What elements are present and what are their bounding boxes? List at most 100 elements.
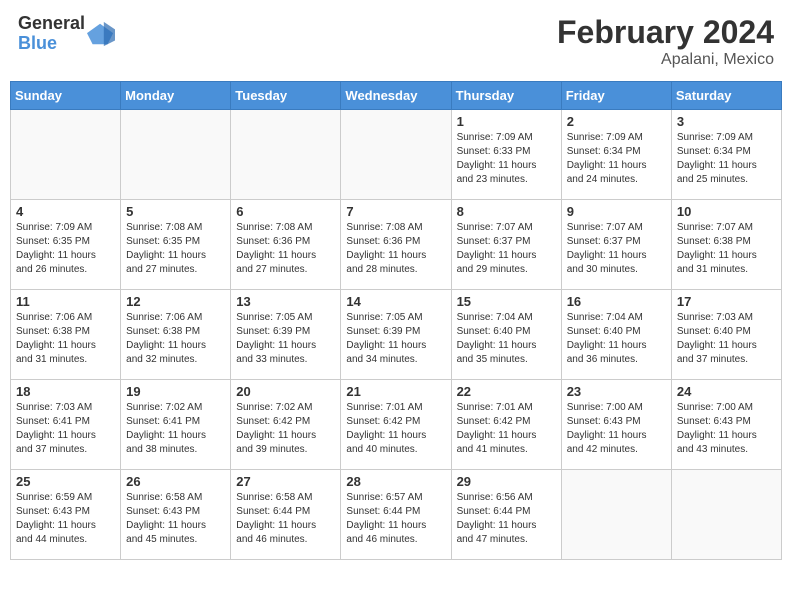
day-info: Sunrise: 6:59 AMSunset: 6:43 PMDaylight:… [16, 491, 115, 547]
day-number: 29 [457, 474, 556, 489]
calendar-subtitle: Apalani, Mexico [557, 51, 774, 69]
day-number: 14 [346, 294, 445, 309]
day-number: 21 [346, 384, 445, 399]
day-info: Sunrise: 7:09 AMSunset: 6:34 PMDaylight:… [677, 131, 776, 187]
day-info: Sunrise: 7:09 AMSunset: 6:35 PMDaylight:… [16, 221, 115, 277]
title-block: February 2024 Apalani, Mexico [557, 14, 774, 69]
day-number: 17 [677, 294, 776, 309]
calendar-header-row: SundayMondayTuesdayWednesdayThursdayFrid… [11, 82, 782, 110]
calendar-cell [561, 470, 671, 560]
calendar-cell: 19 Sunrise: 7:02 AMSunset: 6:41 PMDayligh… [121, 380, 231, 470]
day-info: Sunrise: 7:05 AMSunset: 6:39 PMDaylight:… [346, 311, 445, 367]
day-number: 4 [16, 204, 115, 219]
day-number: 2 [567, 114, 666, 129]
day-number: 25 [16, 474, 115, 489]
day-number: 1 [457, 114, 556, 129]
day-of-week-header: Monday [121, 82, 231, 110]
calendar-cell: 20 Sunrise: 7:02 AMSunset: 6:42 PMDayligh… [231, 380, 341, 470]
calendar-cell: 3 Sunrise: 7:09 AMSunset: 6:34 PMDaylight… [671, 110, 781, 200]
calendar-cell: 17 Sunrise: 7:03 AMSunset: 6:40 PMDayligh… [671, 290, 781, 380]
calendar-cell: 23 Sunrise: 7:00 AMSunset: 6:43 PMDayligh… [561, 380, 671, 470]
day-number: 20 [236, 384, 335, 399]
day-number: 8 [457, 204, 556, 219]
day-info: Sunrise: 7:02 AMSunset: 6:41 PMDaylight:… [126, 401, 225, 457]
calendar-cell: 24 Sunrise: 7:00 AMSunset: 6:43 PMDayligh… [671, 380, 781, 470]
calendar-cell: 14 Sunrise: 7:05 AMSunset: 6:39 PMDayligh… [341, 290, 451, 380]
day-number: 26 [126, 474, 225, 489]
day-number: 9 [567, 204, 666, 219]
calendar-week-row: 11Sunrise: 7:06 AMSunset: 6:38 PMDayligh… [11, 290, 782, 380]
calendar-table: SundayMondayTuesdayWednesdayThursdayFrid… [10, 81, 782, 560]
calendar-cell [11, 110, 121, 200]
day-info: Sunrise: 7:04 AMSunset: 6:40 PMDaylight:… [567, 311, 666, 367]
calendar-cell: 8Sunrise: 7:07 AMSunset: 6:37 PMDaylight… [451, 200, 561, 290]
calendar-cell: 13 Sunrise: 7:05 AMSunset: 6:39 PMDayligh… [231, 290, 341, 380]
day-info: Sunrise: 7:09 AMSunset: 6:33 PMDaylight:… [457, 131, 556, 187]
day-info: Sunrise: 7:07 AMSunset: 6:37 PMDaylight:… [567, 221, 666, 277]
calendar-cell: 16 Sunrise: 7:04 AMSunset: 6:40 PMDayligh… [561, 290, 671, 380]
calendar-cell: 29 Sunrise: 6:56 AMSunset: 6:44 PMDayligh… [451, 470, 561, 560]
day-of-week-header: Tuesday [231, 82, 341, 110]
day-info: Sunrise: 7:03 AMSunset: 6:40 PMDaylight:… [677, 311, 776, 367]
day-info: Sunrise: 7:09 AMSunset: 6:34 PMDaylight:… [567, 131, 666, 187]
day-of-week-header: Sunday [11, 82, 121, 110]
calendar-cell: 4 Sunrise: 7:09 AMSunset: 6:35 PMDaylight… [11, 200, 121, 290]
day-of-week-header: Saturday [671, 82, 781, 110]
day-of-week-header: Wednesday [341, 82, 451, 110]
day-info: Sunrise: 6:58 AMSunset: 6:44 PMDaylight:… [236, 491, 335, 547]
day-info: Sunrise: 7:00 AMSunset: 6:43 PMDaylight:… [677, 401, 776, 457]
logo: GeneralBlue [18, 14, 115, 54]
day-number: 18 [16, 384, 115, 399]
calendar-cell: 27 Sunrise: 6:58 AMSunset: 6:44 PMDayligh… [231, 470, 341, 560]
calendar-cell: 2 Sunrise: 7:09 AMSunset: 6:34 PMDaylight… [561, 110, 671, 200]
calendar-cell: 18Sunrise: 7:03 AMSunset: 6:41 PMDayligh… [11, 380, 121, 470]
calendar-cell [341, 110, 451, 200]
day-number: 27 [236, 474, 335, 489]
day-number: 19 [126, 384, 225, 399]
day-info: Sunrise: 7:04 AMSunset: 6:40 PMDaylight:… [457, 311, 556, 367]
calendar-cell: 9 Sunrise: 7:07 AMSunset: 6:37 PMDaylight… [561, 200, 671, 290]
calendar-cell: 21 Sunrise: 7:01 AMSunset: 6:42 PMDayligh… [341, 380, 451, 470]
day-info: Sunrise: 7:06 AMSunset: 6:38 PMDaylight:… [16, 311, 115, 367]
day-of-week-header: Thursday [451, 82, 561, 110]
calendar-cell [231, 110, 341, 200]
calendar-week-row: 1 Sunrise: 7:09 AMSunset: 6:33 PMDaylight… [11, 110, 782, 200]
calendar-cell: 1 Sunrise: 7:09 AMSunset: 6:33 PMDaylight… [451, 110, 561, 200]
day-number: 7 [346, 204, 445, 219]
day-info: Sunrise: 7:07 AMSunset: 6:38 PMDaylight:… [677, 221, 776, 277]
calendar-cell: 15 Sunrise: 7:04 AMSunset: 6:40 PMDayligh… [451, 290, 561, 380]
day-info: Sunrise: 6:57 AMSunset: 6:44 PMDaylight:… [346, 491, 445, 547]
day-info: Sunrise: 7:02 AMSunset: 6:42 PMDaylight:… [236, 401, 335, 457]
day-number: 15 [457, 294, 556, 309]
day-number: 16 [567, 294, 666, 309]
calendar-cell [671, 470, 781, 560]
day-number: 3 [677, 114, 776, 129]
day-number: 28 [346, 474, 445, 489]
calendar-cell: 22Sunrise: 7:01 AMSunset: 6:42 PMDayligh… [451, 380, 561, 470]
calendar-cell: 12 Sunrise: 7:06 AMSunset: 6:38 PMDayligh… [121, 290, 231, 380]
day-number: 13 [236, 294, 335, 309]
calendar-week-row: 18Sunrise: 7:03 AMSunset: 6:41 PMDayligh… [11, 380, 782, 470]
calendar-cell: 26 Sunrise: 6:58 AMSunset: 6:43 PMDayligh… [121, 470, 231, 560]
calendar-cell: 28 Sunrise: 6:57 AMSunset: 6:44 PMDayligh… [341, 470, 451, 560]
calendar-cell: 10 Sunrise: 7:07 AMSunset: 6:38 PMDayligh… [671, 200, 781, 290]
day-number: 23 [567, 384, 666, 399]
day-info: Sunrise: 6:58 AMSunset: 6:43 PMDaylight:… [126, 491, 225, 547]
page-header: GeneralBlue February 2024 Apalani, Mexic… [10, 10, 782, 73]
day-number: 10 [677, 204, 776, 219]
calendar-cell: 11Sunrise: 7:06 AMSunset: 6:38 PMDayligh… [11, 290, 121, 380]
day-info: Sunrise: 7:08 AMSunset: 6:35 PMDaylight:… [126, 221, 225, 277]
day-info: Sunrise: 6:56 AMSunset: 6:44 PMDaylight:… [457, 491, 556, 547]
day-info: Sunrise: 7:01 AMSunset: 6:42 PMDaylight:… [346, 401, 445, 457]
calendar-week-row: 25 Sunrise: 6:59 AMSunset: 6:43 PMDayligh… [11, 470, 782, 560]
day-number: 12 [126, 294, 225, 309]
day-number: 24 [677, 384, 776, 399]
calendar-cell: 7Sunrise: 7:08 AMSunset: 6:36 PMDaylight… [341, 200, 451, 290]
day-info: Sunrise: 7:08 AMSunset: 6:36 PMDaylight:… [236, 221, 335, 277]
logo-text: GeneralBlue [18, 14, 85, 54]
day-info: Sunrise: 7:00 AMSunset: 6:43 PMDaylight:… [567, 401, 666, 457]
day-info: Sunrise: 7:06 AMSunset: 6:38 PMDaylight:… [126, 311, 225, 367]
calendar-cell [121, 110, 231, 200]
calendar-title: February 2024 [557, 14, 774, 51]
day-info: Sunrise: 7:05 AMSunset: 6:39 PMDaylight:… [236, 311, 335, 367]
